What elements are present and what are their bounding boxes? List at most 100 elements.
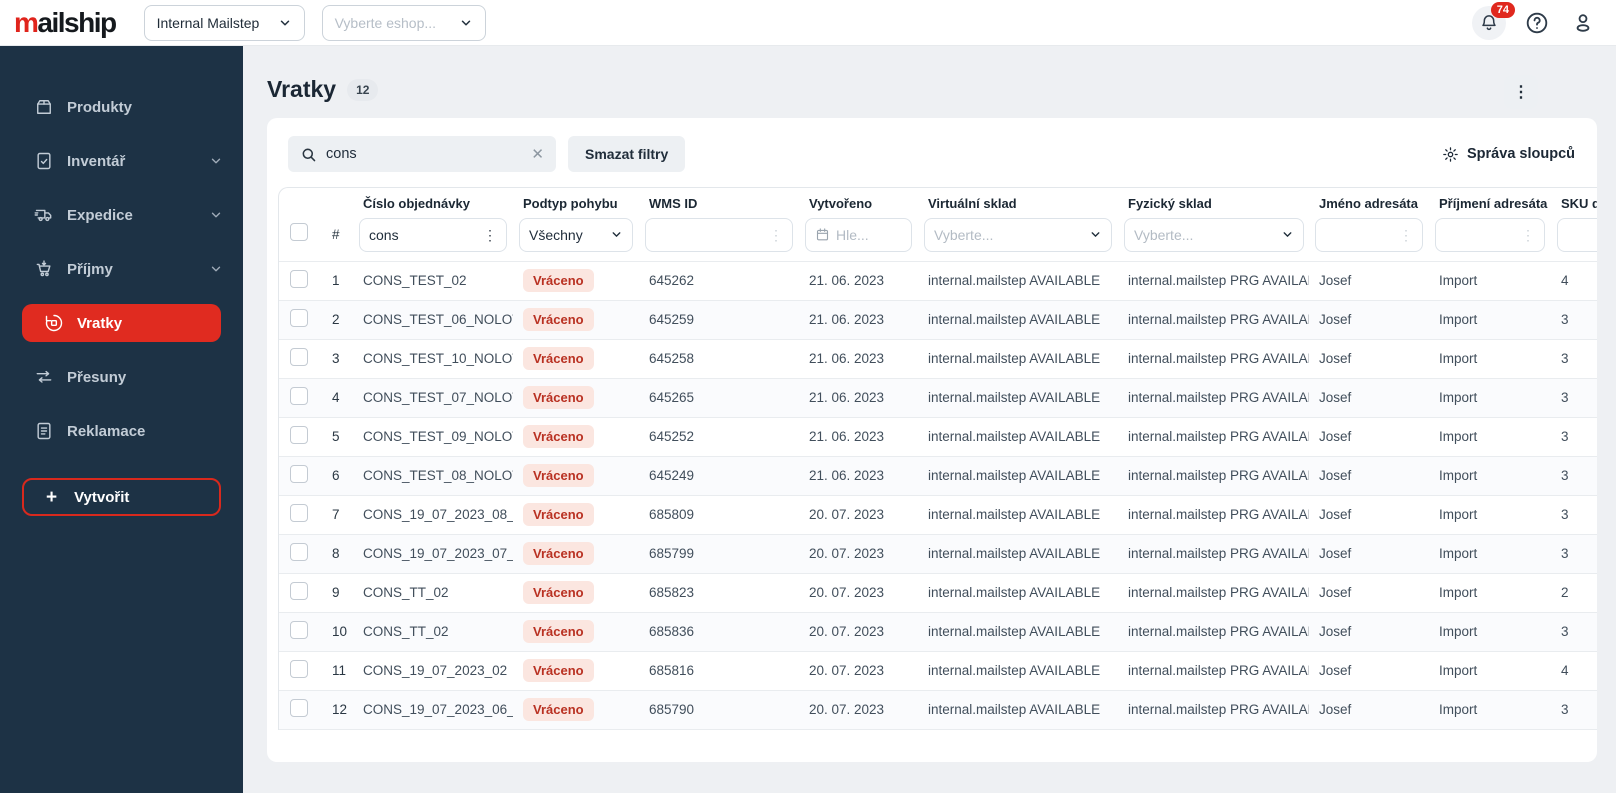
virtual-warehouse-filter[interactable]: Vyberte... <box>924 217 1112 252</box>
table-row[interactable]: 5 CONS_TEST_09_NOLOT Vráceno 645252 21. … <box>279 417 1597 457</box>
sidebar-item-vratky[interactable]: Vratky <box>22 304 221 342</box>
last-name-cell: Import <box>1439 312 1478 328</box>
col-header-virtual-warehouse[interactable]: Virtuální sklad <box>918 188 1118 213</box>
sku-delivered-cell: 3 <box>1561 507 1569 523</box>
help-button[interactable] <box>1522 8 1552 38</box>
order-number-cell: CONS_TEST_06_NOLOT <box>363 312 513 328</box>
col-header-sku-delivered[interactable]: SKU dodáno <box>1551 188 1597 213</box>
order-number-filter-input[interactable] <box>369 226 477 243</box>
table-row[interactable]: 7 CONS_19_07_2023_08_NOLOT Vráceno 68580… <box>279 495 1597 535</box>
table-row[interactable]: 2 CONS_TEST_06_NOLOT Vráceno 645259 21. … <box>279 300 1597 340</box>
row-checkbox[interactable] <box>290 582 308 601</box>
sku-delivered-cell: 3 <box>1561 546 1569 562</box>
table-row[interactable]: 6 CONS_TEST_08_NOLOT Vráceno 645249 21. … <box>279 456 1597 496</box>
wms-id-filter[interactable]: ⋮ <box>645 217 793 252</box>
table-row[interactable]: 9 CONS_TT_02 Vráceno 685823 20. 07. 2023… <box>279 573 1597 613</box>
sku-delivered-cell: 4 <box>1561 663 1569 679</box>
user-menu-button[interactable] <box>1568 8 1598 38</box>
row-index: 5 <box>332 429 340 445</box>
sku-delivered-cell: 3 <box>1561 702 1569 718</box>
created-date-cell: 20. 07. 2023 <box>809 663 885 679</box>
created-date-cell: 21. 06. 2023 <box>809 429 885 445</box>
kebab-icon: ⋮ <box>1513 84 1529 101</box>
physical-warehouse-filter[interactable]: Vyberte... <box>1124 217 1304 252</box>
row-checkbox[interactable] <box>290 699 308 718</box>
order-number-filter[interactable]: ⋮ <box>359 217 507 252</box>
table-row[interactable]: 4 CONS_TEST_07_NOLOT Vráceno 645265 21. … <box>279 378 1597 418</box>
movement-subtype-filter[interactable]: Všechny <box>519 217 633 252</box>
notifications-button[interactable]: 74 <box>1472 1 1515 40</box>
status-badge: Vráceno <box>523 581 594 605</box>
row-checkbox[interactable] <box>290 660 308 679</box>
filters-toolbar: ✕ Smazat filtry Správa sloupců <box>267 118 1597 187</box>
sidebar-item-expedice[interactable]: Expedice <box>0 188 243 242</box>
row-checkbox[interactable] <box>290 270 308 289</box>
col-header-recipient-last-name[interactable]: Příjmení adresáta <box>1429 188 1551 213</box>
row-checkbox[interactable] <box>290 504 308 523</box>
col-header-created[interactable]: Vytvořeno <box>799 188 918 213</box>
search-box[interactable]: ✕ <box>288 136 556 172</box>
table-row[interactable]: 8 CONS_19_07_2023_07_NOLOT Vráceno 68579… <box>279 534 1597 574</box>
row-checkbox[interactable] <box>290 543 308 562</box>
filter-menu-icon[interactable]: ⋮ <box>1399 228 1413 242</box>
row-checkbox[interactable] <box>290 426 308 445</box>
order-number-cell: CONS_TEST_08_NOLOT <box>363 468 513 484</box>
sku-delivered-filter-input[interactable] <box>1567 226 1597 243</box>
col-header-physical-warehouse[interactable]: Fyzický sklad <box>1118 188 1309 213</box>
page-actions-button[interactable]: ⋮ <box>1504 75 1538 109</box>
physical-warehouse-cell: internal.mailstep PRG AVAILABLE <box>1128 702 1309 718</box>
sidebar-item-presuny[interactable]: Přesuny <box>0 350 243 404</box>
filter-menu-icon[interactable]: ⋮ <box>483 228 497 242</box>
page-title: Vratky <box>267 76 337 102</box>
table-row[interactable]: 10 CONS_TT_02 Vráceno 685836 20. 07. 202… <box>279 612 1597 652</box>
create-button[interactable]: + Vytvořit <box>22 478 221 516</box>
sidebar-item-inventar[interactable]: Inventář <box>0 134 243 188</box>
filter-menu-icon[interactable]: ⋮ <box>769 228 783 242</box>
col-header-recipient-first-name[interactable]: Jméno adresáta <box>1309 188 1429 213</box>
row-checkbox[interactable] <box>290 465 308 484</box>
row-checkbox[interactable] <box>290 348 308 367</box>
first-name-filter[interactable]: ⋮ <box>1315 217 1423 252</box>
sidebar-item-prijmy[interactable]: Příjmy <box>0 242 243 296</box>
last-name-filter-input[interactable] <box>1445 226 1515 243</box>
clear-search-icon[interactable]: ✕ <box>531 145 544 163</box>
returns-card: ✕ Smazat filtry Správa sloupců <box>267 118 1597 762</box>
table-row[interactable]: 11 CONS_19_07_2023_02 Vráceno 685816 20.… <box>279 651 1597 691</box>
row-checkbox[interactable] <box>290 621 308 640</box>
first-name-cell: Josef <box>1319 546 1352 562</box>
filter-menu-icon[interactable]: ⋮ <box>1521 228 1535 242</box>
sidebar-item-produkty[interactable]: Produkty <box>0 80 243 134</box>
sku-delivered-filter[interactable] <box>1557 217 1597 252</box>
col-header-movement-subtype[interactable]: Podtyp pohybu <box>513 188 639 213</box>
last-name-filter[interactable]: ⋮ <box>1435 217 1545 252</box>
status-badge: Vráceno <box>523 620 594 644</box>
created-date-filter[interactable]: Hle... <box>805 217 912 252</box>
order-number-cell: CONS_TEST_02 <box>363 273 467 289</box>
sku-delivered-cell: 3 <box>1561 351 1569 367</box>
virtual-warehouse-cell: internal.mailstep AVAILABLE <box>928 429 1101 445</box>
physical-warehouse-cell: internal.mailstep PRG AVAILABLE <box>1128 390 1309 406</box>
clear-filters-button[interactable]: Smazat filtry <box>568 136 686 172</box>
table-row[interactable]: 3 CONS_TEST_10_NOLOT Vráceno 645258 21. … <box>279 339 1597 379</box>
eshop-select[interactable]: Vyberte eshop... <box>321 4 486 41</box>
row-checkbox[interactable] <box>290 309 308 328</box>
virtual-warehouse-cell: internal.mailstep AVAILABLE <box>928 702 1101 718</box>
virtual-warehouse-cell: internal.mailstep AVAILABLE <box>928 273 1101 289</box>
search-input[interactable] <box>326 146 523 162</box>
table-row[interactable]: 1 CONS_TEST_02 Vráceno 645262 21. 06. 20… <box>279 261 1597 301</box>
account-select[interactable]: Internal Mailstep <box>143 4 305 41</box>
col-header-wms-id[interactable]: WMS ID <box>639 188 799 213</box>
select-all-checkbox[interactable] <box>290 223 308 242</box>
cart-icon <box>34 259 54 279</box>
first-name-filter-input[interactable] <box>1325 226 1393 243</box>
sidebar-item-reklamace[interactable]: Reklamace <box>0 404 243 458</box>
col-header-order-number[interactable]: Číslo objednávky <box>353 188 513 213</box>
row-checkbox[interactable] <box>290 387 308 406</box>
wms-id-filter-input[interactable] <box>655 226 763 243</box>
first-name-cell: Josef <box>1319 663 1352 679</box>
first-name-cell: Josef <box>1319 390 1352 406</box>
manage-columns-button[interactable]: Správa sloupců <box>1442 146 1575 163</box>
logo-letter-m: m <box>14 6 39 38</box>
table-row[interactable]: 12 CONS_19_07_2023_06_NOLOT Vráceno 6857… <box>279 690 1597 730</box>
order-number-cell: CONS_19_07_2023_02 <box>363 663 508 679</box>
